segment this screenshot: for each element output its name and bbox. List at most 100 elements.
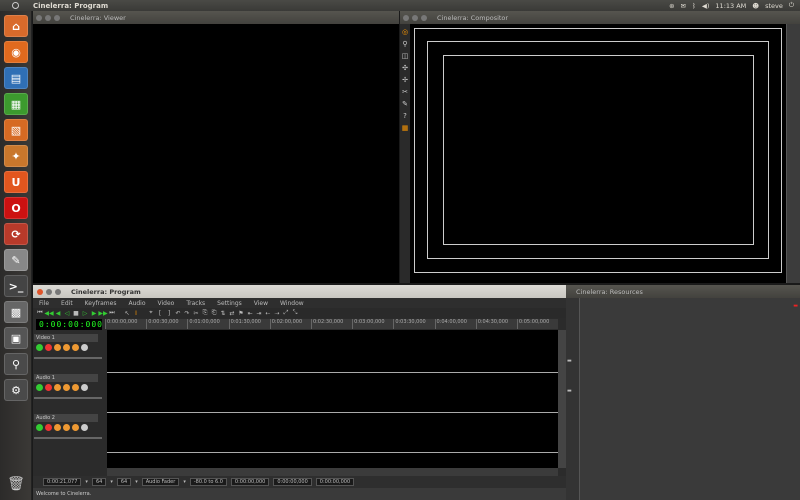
play-track-icon[interactable]: [36, 424, 43, 431]
compositor-canvas[interactable]: [410, 24, 786, 283]
search-icon[interactable]: ⚲: [4, 353, 28, 375]
gang-icon[interactable]: [54, 424, 61, 431]
mute-icon[interactable]: [72, 384, 79, 391]
clock-label[interactable]: 11:13 AM: [715, 2, 746, 10]
calc-icon[interactable]: ▦: [4, 93, 28, 115]
draw-icon[interactable]: [63, 344, 70, 351]
program-titlebar[interactable]: Cinelerra: Program: [33, 285, 566, 298]
menu-file[interactable]: File: [39, 300, 49, 307]
vertical-scrollbar[interactable]: [558, 330, 566, 468]
bluetooth-icon[interactable]: ᛒ: [692, 2, 696, 10]
play-track-icon[interactable]: [36, 384, 43, 391]
fit-selection-icon[interactable]: ⤢: [282, 309, 290, 317]
settings-icon[interactable]: ⚙: [4, 379, 28, 401]
compositor-ruler[interactable]: [786, 24, 800, 283]
record-track-icon[interactable]: [45, 384, 52, 391]
draw-icon[interactable]: [63, 424, 70, 431]
draw-icon[interactable]: [63, 384, 70, 391]
help-icon[interactable]: ?: [401, 112, 409, 120]
user-icon[interactable]: ☻: [752, 2, 759, 10]
gang-icon[interactable]: [54, 384, 61, 391]
frame-forward-icon[interactable]: ▷: [81, 309, 89, 317]
ubuntu-one-icon[interactable]: U: [4, 171, 28, 193]
out-point-icon[interactable]: ]: [165, 309, 173, 317]
impress-icon[interactable]: ▧: [4, 119, 28, 141]
fast-forward-icon[interactable]: ▶▶: [98, 309, 107, 317]
minimize-icon[interactable]: [46, 288, 52, 295]
splice-icon[interactable]: ⇄: [228, 309, 236, 317]
messaging-icon[interactable]: ✉: [681, 2, 686, 10]
minimize-icon[interactable]: [45, 14, 51, 21]
play-icon[interactable]: ▶: [90, 309, 98, 317]
maximize-icon[interactable]: [55, 288, 61, 295]
home-folder-icon[interactable]: ⌂: [4, 15, 28, 37]
next-label-icon[interactable]: ⇥: [255, 309, 263, 317]
menu-tracks[interactable]: Tracks: [186, 300, 205, 307]
eyedropper-icon[interactable]: ✎: [401, 100, 409, 108]
mute-icon[interactable]: [72, 424, 79, 431]
expand-icon[interactable]: [81, 424, 88, 431]
mask-icon[interactable]: ◫: [401, 52, 409, 60]
camera-icon[interactable]: ✣: [401, 64, 409, 72]
copy-icon[interactable]: ⎘: [201, 309, 209, 317]
play-track-icon[interactable]: [36, 344, 43, 351]
cut-icon[interactable]: ✂: [192, 309, 200, 317]
fast-reverse-icon[interactable]: ◀◀: [44, 309, 53, 317]
automation-type-field[interactable]: Audio Fader: [141, 478, 180, 486]
track-header[interactable]: Audio 1: [34, 374, 104, 414]
timeline-ruler[interactable]: 0:00:00,000 0:00:30,000 0:01:00,000 0:01:30…: [105, 319, 558, 329]
firefox-icon[interactable]: ◉: [4, 41, 28, 63]
fit-autos-icon[interactable]: ⤡: [291, 309, 299, 317]
automation-dropdown-icon[interactable]: ▾: [183, 479, 186, 485]
sample-zoom-field[interactable]: 64: [91, 478, 107, 486]
crop-icon[interactable]: ✂: [401, 88, 409, 96]
menu-edit[interactable]: Edit: [61, 300, 73, 307]
menu-view[interactable]: View: [254, 300, 268, 307]
compositor-titlebar[interactable]: Cinelerra: Compositor: [400, 11, 800, 24]
safe-region-icon[interactable]: ▦: [401, 124, 409, 132]
close-icon[interactable]: [36, 14, 42, 21]
projector-icon[interactable]: ✢: [401, 76, 409, 84]
close-icon[interactable]: [403, 14, 409, 21]
zoom-icon[interactable]: ⚲: [401, 40, 409, 48]
viewer-canvas[interactable]: [33, 24, 399, 283]
prev-edit-icon[interactable]: ⇠: [264, 309, 272, 317]
menu-settings[interactable]: Settings: [217, 300, 242, 307]
expand-icon[interactable]: [81, 384, 88, 391]
user-name[interactable]: steve: [765, 2, 783, 10]
minimize-icon[interactable]: [412, 14, 418, 21]
cinelerra-icon[interactable]: ▩: [4, 301, 28, 323]
selection-end-field[interactable]: 0:00:00,000: [273, 478, 312, 486]
track-name[interactable]: Video 1: [34, 334, 98, 342]
timeline-canvas[interactable]: [107, 330, 558, 468]
network-icon[interactable]: ⊛: [669, 2, 674, 10]
dash-button[interactable]: [10, 0, 21, 11]
paste-icon[interactable]: ⎗: [210, 309, 218, 317]
track-fader[interactable]: [34, 357, 102, 359]
text-editor-icon[interactable]: ✎: [4, 249, 28, 271]
resources-titlebar[interactable]: Cinelerra: Resources: [566, 285, 800, 298]
reverse-icon[interactable]: ◀: [54, 309, 62, 317]
viewer-titlebar[interactable]: Cinelerra: Viewer: [33, 11, 399, 24]
position-dropdown-icon[interactable]: ▾: [85, 479, 88, 485]
sample-zoom-dropdown-icon[interactable]: ▾: [110, 479, 113, 485]
toggle-label-icon[interactable]: ⚑: [237, 309, 245, 317]
ibeam-tool-icon[interactable]: Ⅰ: [132, 309, 140, 317]
maximize-icon[interactable]: [54, 14, 60, 21]
expand-icon[interactable]: [81, 344, 88, 351]
stop-icon[interactable]: ■: [72, 309, 80, 317]
mute-icon[interactable]: [72, 344, 79, 351]
gang-icon[interactable]: [54, 344, 61, 351]
track-name[interactable]: Audio 1: [34, 374, 98, 382]
track-fader[interactable]: [34, 397, 102, 399]
selection-start-field[interactable]: 0:00:00,000: [230, 478, 270, 486]
forward-end-icon[interactable]: ⏭: [108, 309, 116, 317]
automation-range-field[interactable]: -80.0 to 6.0: [189, 478, 227, 486]
menu-window[interactable]: Window: [280, 300, 304, 307]
track-name[interactable]: Audio 2: [34, 414, 98, 422]
undo-icon[interactable]: ↶: [174, 309, 182, 317]
trash-icon[interactable]: 🗑: [5, 472, 27, 496]
record-track-icon[interactable]: [45, 344, 52, 351]
redo-icon[interactable]: ↷: [183, 309, 191, 317]
maximize-icon[interactable]: [421, 14, 427, 21]
